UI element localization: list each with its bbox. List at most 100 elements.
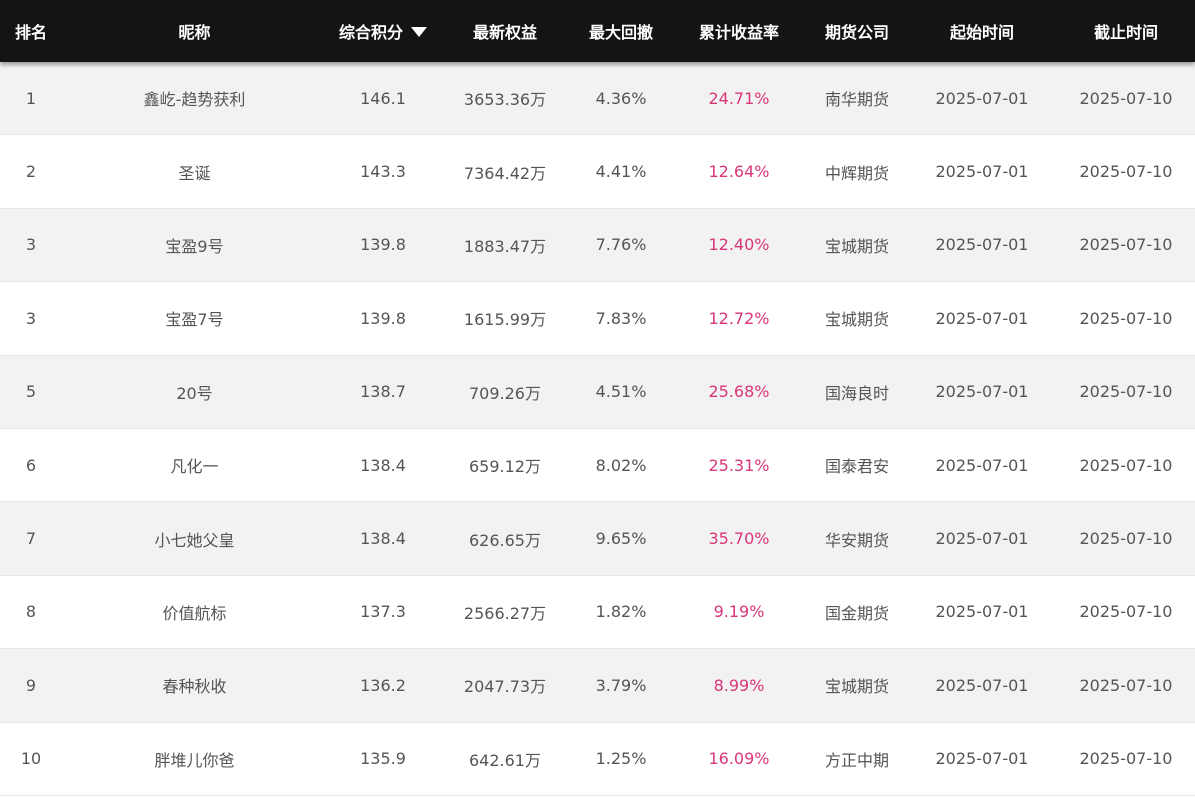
start-date-cell: 2025-07-01: [935, 235, 1029, 255]
return-cell: 12.72%: [708, 308, 770, 328]
rank-cell: 5: [25, 382, 37, 402]
return-cell: 12.40%: [708, 235, 770, 255]
rank-cell: 2: [25, 162, 37, 182]
header-broker: 期货公司: [824, 23, 889, 42]
broker-cell: 中辉期货: [824, 163, 889, 183]
equity-cell: 7364.42万: [463, 163, 547, 183]
equity-cell: 1615.99万: [463, 310, 547, 330]
score-cell: 139.8: [360, 308, 406, 328]
start-date-cell: 2025-07-01: [935, 88, 1029, 108]
table-row[interactable]: 3 宝盈7号 139.8 1615.99万 7.83% 12.72% 宝城期货 …: [0, 282, 1195, 356]
start-date-cell: 2025-07-01: [935, 455, 1029, 475]
header-rank: 排名: [14, 23, 47, 42]
score-cell: 138.7: [360, 382, 406, 402]
end-date-cell: 2025-07-10: [1079, 308, 1173, 328]
start-date-cell: 2025-07-01: [935, 162, 1029, 182]
end-date-cell: 2025-07-10: [1079, 162, 1173, 182]
rank-cell: 3: [25, 308, 37, 328]
start-date-cell: 2025-07-01: [935, 382, 1029, 402]
table-row[interactable]: 6 凡化一 138.4 659.12万 8.02% 25.31% 国泰君安 20…: [0, 428, 1195, 503]
start-date-cell: 2025-07-01: [935, 308, 1029, 328]
name-cell: 宝盈7号: [165, 310, 224, 330]
broker-cell: 国海良时: [824, 383, 889, 403]
equity-cell: 626.65万: [469, 530, 541, 550]
table-row[interactable]: 1 鑫屹-趋势获利 146.1 3653.36万 4.36% 24.71% 南华…: [0, 62, 1195, 136]
header-score-label: 综合积分: [338, 23, 403, 42]
equity-cell: 2047.73万: [463, 677, 547, 697]
drawdown-cell: 7.76%: [595, 235, 647, 255]
broker-cell: 宝城期货: [824, 677, 889, 697]
equity-cell: 659.12万: [469, 457, 541, 477]
rank-cell: 1: [25, 88, 37, 108]
name-cell: 胖堆儿你爸: [154, 750, 235, 770]
drawdown-cell: 9.65%: [595, 529, 647, 549]
drawdown-cell: 3.79%: [595, 675, 647, 695]
table-row[interactable]: 8 价值航标 137.3 2566.27万 1.82% 9.19% 国金期货 2…: [0, 575, 1195, 650]
score-cell: 139.8: [360, 235, 406, 255]
rank-cell: 7: [25, 529, 37, 549]
equity-cell: 3653.36万: [463, 90, 547, 110]
rank-cell: 6: [25, 455, 37, 475]
rank-cell: 9: [25, 675, 37, 695]
score-cell: 138.4: [360, 455, 406, 475]
end-date-cell: 2025-07-10: [1079, 529, 1173, 549]
end-date-cell: 2025-07-10: [1079, 749, 1173, 769]
return-cell: 24.71%: [708, 88, 770, 108]
return-cell: 8.99%: [713, 675, 765, 695]
start-date-cell: 2025-07-01: [935, 675, 1029, 695]
return-cell: 9.19%: [713, 602, 765, 622]
return-cell: 25.31%: [708, 455, 770, 475]
end-date-cell: 2025-07-10: [1079, 602, 1173, 622]
broker-cell: 方正中期: [824, 750, 889, 770]
end-date-cell: 2025-07-10: [1079, 235, 1173, 255]
drawdown-cell: 1.82%: [595, 602, 647, 622]
name-cell: 20号: [176, 383, 213, 403]
name-cell: 宝盈9号: [165, 236, 224, 256]
name-cell: 春种秋收: [162, 677, 227, 697]
drawdown-cell: 4.36%: [595, 88, 647, 108]
drawdown-cell: 1.25%: [595, 749, 647, 769]
header-start-date: 起始时间: [949, 23, 1014, 42]
broker-cell: 宝城期货: [824, 236, 889, 256]
ranking-table: 排名 昵称 综合积分 最新权益 最大回撤 累计收益率 期货公司 起始时间 截止时…: [0, 0, 1195, 796]
table-row[interactable]: 7 小七她父皇 138.4 626.65万 9.65% 35.70% 华安期货 …: [0, 502, 1195, 576]
rank-cell: 3: [25, 235, 37, 255]
start-date-cell: 2025-07-01: [935, 749, 1029, 769]
end-date-cell: 2025-07-10: [1079, 88, 1173, 108]
broker-cell: 国泰君安: [824, 457, 889, 477]
table-row[interactable]: 5 20号 138.7 709.26万 4.51% 25.68% 国海良时 20…: [0, 355, 1195, 429]
name-cell: 鑫屹-趋势获利: [143, 90, 246, 110]
table-header: 排名 昵称 综合积分 最新权益 最大回撤 累计收益率 期货公司 起始时间 截止时…: [0, 0, 1195, 62]
header-equity: 最新权益: [472, 23, 537, 42]
start-date-cell: 2025-07-01: [935, 602, 1029, 622]
header-name: 昵称: [178, 23, 211, 42]
name-cell: 价值航标: [162, 603, 227, 623]
score-cell: 146.1: [360, 88, 406, 108]
return-cell: 12.64%: [708, 162, 770, 182]
score-cell: 138.4: [360, 529, 406, 549]
drawdown-cell: 7.83%: [595, 308, 647, 328]
table-row[interactable]: 3 宝盈9号 139.8 1883.47万 7.76% 12.40% 宝城期货 …: [0, 208, 1195, 283]
end-date-cell: 2025-07-10: [1079, 675, 1173, 695]
name-cell: 圣诞: [178, 163, 211, 183]
return-cell: 25.68%: [708, 382, 770, 402]
table-row[interactable]: 2 圣诞 143.3 7364.42万 4.41% 12.64% 中辉期货 20…: [0, 135, 1195, 209]
score-cell: 143.3: [360, 162, 406, 182]
table-row[interactable]: 9 春种秋收 136.2 2047.73万 3.79% 8.99% 宝城期货 2…: [0, 649, 1195, 723]
name-cell: 小七她父皇: [154, 530, 235, 550]
equity-cell: 2566.27万: [463, 603, 547, 623]
rank-cell: 10: [20, 749, 42, 769]
equity-cell: 642.61万: [469, 750, 541, 770]
broker-cell: 宝城期货: [824, 310, 889, 330]
table-row[interactable]: 10 胖堆儿你爸 135.9 642.61万 1.25% 16.09% 方正中期…: [0, 722, 1195, 796]
return-cell: 16.09%: [708, 749, 770, 769]
start-date-cell: 2025-07-01: [935, 529, 1029, 549]
score-cell: 137.3: [360, 602, 406, 622]
header-drawdown: 最大回撤: [588, 23, 653, 42]
end-date-cell: 2025-07-10: [1079, 455, 1173, 475]
end-date-cell: 2025-07-10: [1079, 382, 1173, 402]
sort-by-score-button[interactable]: 综合积分: [327, 0, 439, 62]
broker-cell: 国金期货: [824, 603, 889, 623]
score-cell: 136.2: [360, 675, 406, 695]
drawdown-cell: 8.02%: [595, 455, 647, 475]
